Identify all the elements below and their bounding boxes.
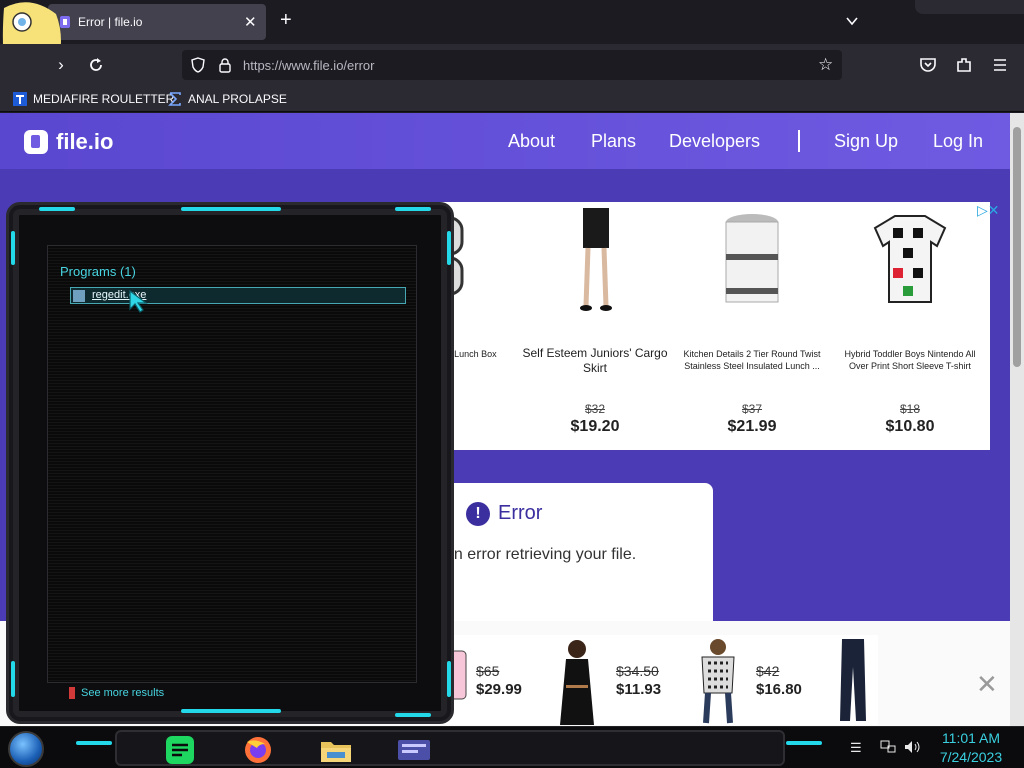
mediafire-bookmark-icon bbox=[13, 92, 27, 106]
menu-glow-decor bbox=[447, 661, 451, 697]
firefox-taskbar-icon[interactable] bbox=[237, 734, 279, 766]
error-title: Error bbox=[498, 502, 543, 524]
steel-lunch-container-image bbox=[725, 214, 779, 303]
bookmark-mediafire[interactable]: MEDIAFIRE ROULETTER bbox=[12, 91, 174, 107]
ad-old-price: $34.50 bbox=[616, 663, 659, 679]
nintendo-tshirt-image bbox=[873, 215, 947, 303]
error-exclamation-icon: ! bbox=[466, 502, 490, 526]
product-old-price: $32 bbox=[584, 402, 606, 416]
nav-divider bbox=[798, 130, 800, 152]
ad-old-price: $65 bbox=[476, 663, 500, 679]
hamburger-menu-icon[interactable] bbox=[991, 56, 1009, 74]
address-bar[interactable]: https://www.file.io/error ☆ bbox=[182, 50, 842, 80]
taskbar-glow-decor bbox=[76, 741, 112, 745]
menu-glow-decor bbox=[181, 709, 281, 713]
tab-title: Error | file.io bbox=[78, 15, 143, 29]
new-tab-plus-icon[interactable]: + bbox=[280, 10, 292, 30]
menu-glow-decor bbox=[181, 207, 281, 211]
see-more-flag-icon bbox=[69, 687, 75, 700]
bookmark-label: ANAL PROLAPSE bbox=[188, 92, 287, 106]
extensions-puzzle-icon[interactable] bbox=[955, 56, 973, 74]
jeans-image bbox=[840, 639, 866, 721]
product-old-price: $18 bbox=[899, 402, 921, 416]
logo-text: file.io bbox=[56, 129, 114, 154]
bookmark-star-icon[interactable]: ☆ bbox=[818, 55, 833, 75]
tab-strip: Error | file.io ✕ + bbox=[0, 0, 1024, 44]
notes-app-icon[interactable] bbox=[159, 734, 201, 766]
product-old-price: $37 bbox=[741, 402, 763, 416]
system-clock[interactable]: 11:01 AM 7/24/2023 bbox=[936, 729, 1006, 767]
reload-icon[interactable] bbox=[87, 56, 105, 74]
ad-new-price: $16.80 bbox=[756, 681, 802, 698]
taskbar-apps-area bbox=[115, 730, 785, 766]
product-price: $19.20 bbox=[570, 418, 620, 435]
see-more-label: See more results bbox=[81, 687, 165, 699]
fileio-logo[interactable]: file.io bbox=[24, 129, 113, 155]
error-message: an error retrieving your file. bbox=[445, 546, 637, 563]
clock-date: 7/24/2023 bbox=[939, 749, 1003, 765]
clock-time: 11:01 AM bbox=[941, 730, 1001, 746]
menu-glow-decor bbox=[39, 207, 75, 211]
show-hidden-icons[interactable]: ☰ bbox=[850, 740, 862, 756]
checkered-blouse-image bbox=[701, 639, 735, 724]
cargo-skirt-image bbox=[580, 208, 612, 311]
page-scrollbar[interactable] bbox=[1010, 113, 1024, 726]
product-name: Kitchen Details 2 Tier Round Twist Stain… bbox=[683, 349, 821, 371]
see-more-results-link[interactable]: See more results bbox=[69, 687, 165, 700]
forward-arrow-icon[interactable]: › bbox=[52, 56, 70, 74]
taskbar-glow-decor bbox=[786, 741, 822, 745]
start-menu: Programs (1) regedit.exe See more result… bbox=[6, 202, 454, 724]
bookmark-label: MEDIAFIRE ROULETTER bbox=[33, 92, 175, 106]
ad-banner-bottom[interactable]: $65 $29.99 $34.50 $11.93 $42 $16.80 bbox=[440, 635, 878, 725]
menu-glow-decor bbox=[11, 231, 15, 265]
control-panel-icon[interactable] bbox=[393, 734, 435, 766]
ad-close-icon[interactable]: ✕ bbox=[976, 669, 998, 700]
tab-close-icon[interactable]: ✕ bbox=[244, 13, 257, 31]
product-name: Self Esteem Juniors' Cargo Skirt bbox=[522, 346, 668, 375]
menu-glow-decor bbox=[395, 713, 431, 717]
pocket-icon[interactable] bbox=[919, 56, 937, 74]
bookmarks-toolbar: MEDIAFIRE ROULETTER ANAL PROLAPSE bbox=[0, 86, 1024, 112]
menu-glow-decor bbox=[395, 207, 431, 211]
window-controls[interactable] bbox=[915, 0, 1024, 14]
volume-icon[interactable] bbox=[904, 740, 922, 754]
nav-login[interactable]: Log In bbox=[933, 131, 983, 152]
search-result-regedit[interactable]: regedit.exe bbox=[70, 287, 406, 304]
scrollbar-thumb[interactable] bbox=[1013, 127, 1021, 367]
black-dress-image bbox=[560, 640, 594, 725]
list-all-tabs-chevron-icon[interactable] bbox=[845, 14, 859, 28]
menu-glow-decor bbox=[447, 231, 451, 265]
network-icon[interactable] bbox=[880, 740, 896, 754]
url-text[interactable]: https://www.file.io/error bbox=[243, 58, 375, 73]
start-orb-button[interactable] bbox=[8, 731, 44, 767]
mouse-cursor-icon bbox=[129, 289, 148, 313]
nav-toolbar: › https://www.file.io/error ☆ bbox=[0, 44, 1024, 86]
tracking-shield-icon[interactable] bbox=[190, 57, 206, 73]
product-name: Hybrid Toddler Boys Nintendo All Over Pr… bbox=[844, 349, 976, 371]
programs-heading: Programs (1) bbox=[60, 264, 136, 279]
ad-old-price: $42 bbox=[756, 663, 780, 679]
lock-icon[interactable] bbox=[218, 57, 232, 73]
adchoices-close-icon[interactable]: ▷✕ bbox=[977, 202, 1000, 219]
site-header: file.io About Plans Developers Sign Up L… bbox=[0, 113, 1010, 169]
bookmark-second[interactable]: ANAL PROLAPSE bbox=[167, 91, 287, 107]
ad-new-price: $29.99 bbox=[476, 681, 522, 698]
taskbar: ☰ 11:01 AM 7/24/2023 bbox=[0, 726, 1024, 768]
tab-fileio[interactable]: Error | file.io ✕ bbox=[48, 4, 266, 40]
nav-developers[interactable]: Developers bbox=[669, 131, 760, 152]
regedit-icon bbox=[73, 290, 85, 302]
file-explorer-icon[interactable] bbox=[315, 734, 357, 766]
ad-new-price: $11.93 bbox=[616, 681, 662, 698]
nav-plans[interactable]: Plans bbox=[591, 131, 636, 152]
nav-about[interactable]: About bbox=[508, 131, 555, 152]
product-price: $21.99 bbox=[727, 418, 777, 435]
fileio-logo-icon bbox=[24, 130, 48, 154]
search-results-panel: Programs (1) regedit.exe bbox=[47, 245, 417, 683]
product-price: $10.80 bbox=[885, 418, 935, 435]
nav-signup[interactable]: Sign Up bbox=[834, 131, 898, 152]
menu-glow-decor bbox=[11, 661, 15, 697]
bookmark-sigma-icon bbox=[168, 92, 181, 106]
